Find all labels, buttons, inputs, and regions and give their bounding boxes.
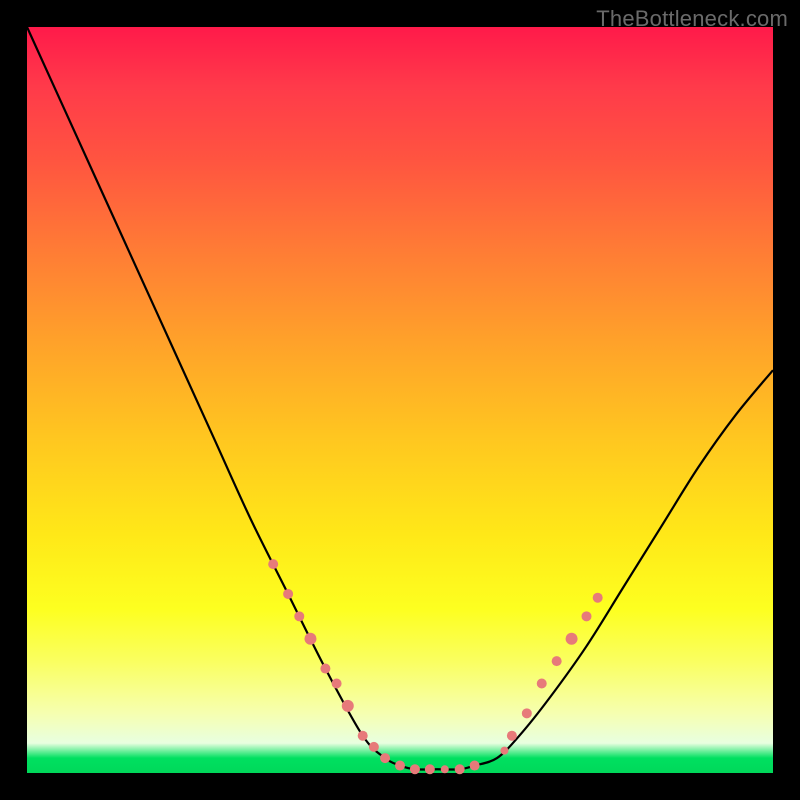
marker-point [268, 559, 278, 569]
marker-point [283, 589, 293, 599]
marker-point [358, 731, 368, 741]
marker-point [455, 764, 465, 774]
watermark-text: TheBottleneck.com [596, 6, 788, 32]
marker-point [395, 761, 405, 771]
bottleneck-curve [27, 27, 773, 770]
marker-point [593, 593, 603, 603]
marker-point [369, 742, 379, 752]
chart-svg [27, 27, 773, 773]
marker-point [332, 678, 342, 688]
marker-point [320, 664, 330, 674]
marker-point [552, 656, 562, 666]
marker-point [507, 731, 517, 741]
marker-point [470, 761, 480, 771]
marker-point [380, 753, 390, 763]
marker-point [500, 747, 508, 755]
marker-point [294, 611, 304, 621]
marker-point [522, 708, 532, 718]
marker-point [342, 700, 354, 712]
marker-point [566, 633, 578, 645]
marker-point [441, 765, 449, 773]
chart-frame: TheBottleneck.com [0, 0, 800, 800]
marker-point [582, 611, 592, 621]
marker-point [537, 678, 547, 688]
marker-point [304, 633, 316, 645]
marker-point [425, 764, 435, 774]
marker-point [410, 764, 420, 774]
marker-group [268, 559, 603, 774]
